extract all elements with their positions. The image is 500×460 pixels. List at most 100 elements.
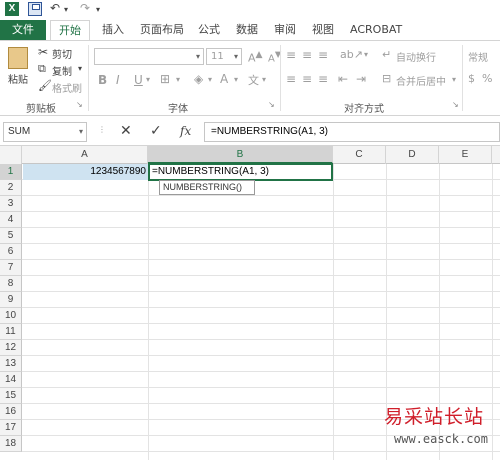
column-header-b[interactable]: B — [148, 146, 333, 164]
row-header[interactable]: 15 — [0, 388, 22, 404]
format-painter-button[interactable]: 格式刷 — [52, 80, 82, 95]
align-top-icon[interactable]: ≡ — [286, 48, 296, 62]
copy-icon[interactable]: ⧉ — [38, 62, 46, 76]
name-box[interactable]: SUM ▾ — [3, 122, 87, 142]
column-header-a[interactable]: A — [22, 146, 148, 164]
insert-function-icon[interactable]: fx — [180, 124, 191, 138]
cell-a1[interactable]: 1234567890 — [23, 164, 148, 180]
bold-button[interactable]: B — [98, 73, 107, 87]
row-header[interactable]: 14 — [0, 372, 22, 388]
row-header[interactable]: 16 — [0, 404, 22, 420]
font-color-dropdown-icon[interactable]: ▾ — [234, 75, 238, 84]
wrap-text-button[interactable]: 自动换行 — [396, 49, 436, 64]
column-header-d[interactable]: D — [386, 146, 439, 164]
row-header[interactable]: 4 — [0, 212, 22, 228]
merge-center-button[interactable]: 合并后居中 — [396, 73, 446, 88]
row-header[interactable]: 11 — [0, 324, 22, 340]
increase-indent-icon[interactable]: ⇥ — [356, 72, 366, 86]
underline-dropdown-icon[interactable]: ▾ — [146, 75, 150, 84]
tab-data[interactable]: 数据 — [230, 20, 264, 40]
tab-file[interactable]: 文件 — [0, 20, 46, 40]
column-header-row: A B C D E — [0, 146, 500, 164]
cell-b1-formula: =NUMBERSTRING(A1, 3) — [152, 166, 269, 177]
row-header[interactable]: 2 — [0, 180, 22, 196]
row-header[interactable]: 3 — [0, 196, 22, 212]
borders-icon[interactable]: ⊞ — [160, 72, 170, 86]
tab-formulas[interactable]: 公式 — [192, 20, 226, 40]
fill-color-dropdown-icon[interactable]: ▾ — [208, 75, 212, 84]
row-header[interactable]: 6 — [0, 244, 22, 260]
paste-icon[interactable] — [8, 47, 28, 69]
tab-page-layout[interactable]: 页面布局 — [134, 20, 190, 40]
row-header[interactable]: 17 — [0, 420, 22, 436]
italic-button[interactable]: I — [116, 73, 120, 87]
enter-icon[interactable]: ✓ — [150, 123, 162, 139]
row-header[interactable]: 12 — [0, 340, 22, 356]
tab-view[interactable]: 视图 — [306, 20, 340, 40]
phonetic-icon[interactable]: 文 — [248, 72, 259, 88]
column-header-e[interactable]: E — [439, 146, 492, 164]
redo-icon[interactable]: ↷ — [80, 1, 90, 15]
cut-button[interactable]: 剪切 — [52, 46, 72, 61]
align-right-icon[interactable]: ≡ — [318, 72, 328, 86]
clipboard-launcher-icon[interactable]: ↘ — [76, 100, 83, 109]
save-icon[interactable] — [28, 2, 42, 16]
row-header[interactable]: 1 — [0, 164, 22, 180]
undo-icon[interactable]: ↶ — [50, 1, 60, 15]
underline-button[interactable]: U — [134, 73, 143, 87]
align-center-icon[interactable]: ≡ — [302, 72, 312, 86]
gridline — [22, 355, 500, 356]
cut-icon[interactable]: ✂ — [38, 45, 48, 59]
decrease-indent-icon[interactable]: ⇤ — [338, 72, 348, 86]
customize-qat-icon[interactable]: ▾ — [96, 5, 100, 14]
align-bottom-icon[interactable]: ≡ — [318, 48, 328, 62]
align-left-icon[interactable]: ≡ — [286, 72, 296, 86]
font-launcher-icon[interactable]: ↘ — [268, 100, 275, 109]
row-header[interactable]: 5 — [0, 228, 22, 244]
row-header[interactable]: 7 — [0, 260, 22, 276]
gridline — [333, 164, 334, 460]
gridline — [22, 387, 500, 388]
formula-bar-grip-icon[interactable]: ⋮ — [98, 125, 106, 134]
quick-access-toolbar: X ↶ ▾ ↷ ▾ — [0, 0, 500, 20]
borders-dropdown-icon[interactable]: ▾ — [176, 75, 180, 84]
cell-b1-active[interactable]: =NUMBERSTRING(A1, 3) — [148, 163, 333, 181]
row-header[interactable]: 13 — [0, 356, 22, 372]
orientation-icon[interactable]: ab↗ — [340, 48, 363, 61]
align-middle-icon[interactable]: ≡ — [302, 48, 312, 62]
column-header-c[interactable]: C — [333, 146, 386, 164]
function-tooltip[interactable]: NUMBERSTRING() — [159, 180, 255, 195]
percent-icon[interactable]: % — [482, 72, 492, 85]
name-box-dropdown-icon[interactable]: ▾ — [79, 127, 83, 136]
tab-acrobat[interactable]: ACROBAT — [344, 20, 408, 40]
undo-dropdown-icon[interactable]: ▾ — [64, 5, 68, 14]
paste-button-label[interactable]: 粘贴 — [8, 71, 28, 86]
formula-input[interactable]: =NUMBERSTRING(A1, 3) — [204, 122, 500, 142]
tab-home[interactable]: 开始 — [50, 20, 90, 40]
font-name-combo[interactable]: ▾ — [94, 48, 204, 65]
cancel-icon[interactable]: ✕ — [120, 123, 132, 139]
gridline — [22, 307, 500, 308]
phonetic-dropdown-icon[interactable]: ▾ — [262, 75, 266, 84]
format-painter-icon[interactable]: 🖌 — [38, 79, 52, 92]
select-all-corner[interactable] — [0, 146, 22, 164]
alignment-launcher-icon[interactable]: ↘ — [452, 100, 459, 109]
fill-color-icon[interactable]: ◈ — [194, 72, 203, 86]
copy-button[interactable]: 复制 — [52, 63, 72, 78]
merge-center-icon[interactable]: ⊟ — [382, 72, 391, 85]
row-header[interactable]: 9 — [0, 292, 22, 308]
number-format-combo[interactable]: 常规 — [468, 49, 488, 64]
row-header[interactable]: 18 — [0, 436, 22, 452]
currency-icon[interactable]: $ — [468, 72, 475, 85]
grow-font-icon[interactable]: A▲ — [248, 49, 263, 65]
merge-dropdown-icon[interactable]: ▾ — [452, 75, 456, 84]
font-size-combo[interactable]: 11 ▾ — [206, 48, 242, 65]
row-header[interactable]: 8 — [0, 276, 22, 292]
font-color-icon[interactable]: A — [220, 72, 228, 86]
copy-dropdown-icon[interactable]: ▾ — [78, 64, 82, 73]
wrap-text-icon[interactable]: ↵ — [382, 48, 391, 61]
orientation-dropdown-icon[interactable]: ▾ — [364, 50, 368, 59]
row-header[interactable]: 10 — [0, 308, 22, 324]
tab-review[interactable]: 审阅 — [268, 20, 302, 40]
tab-insert[interactable]: 插入 — [96, 20, 130, 40]
